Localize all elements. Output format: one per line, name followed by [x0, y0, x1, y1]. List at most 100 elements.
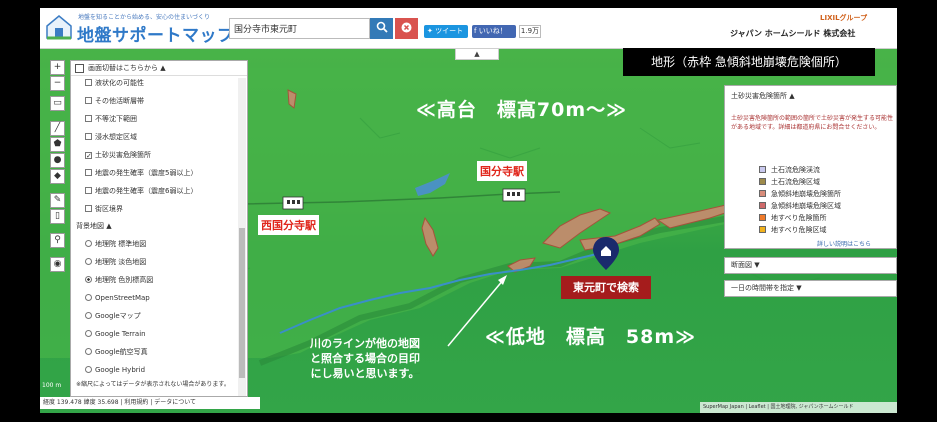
background-option[interactable]: 地理院 淡色地図 [85, 257, 146, 267]
background-label: 地理院 淡色地図 [95, 258, 147, 266]
legend-swatch [759, 214, 766, 221]
layer-checkbox[interactable] [85, 79, 92, 86]
layer-checkbox[interactable] [85, 187, 92, 194]
layer-checkbox-checked[interactable]: ✓ [85, 152, 92, 160]
legend-item: 急傾斜地崩壊危険箇所 [759, 190, 841, 199]
river-note: 川のラインが他の地図 と照合する場合の目印 にし易いと思います。 [310, 336, 420, 381]
layer-toggle-icon[interactable]: ▭ [50, 96, 65, 111]
twitter-bird-icon: ✦ [427, 27, 436, 35]
layer-panel: 画面切替はこちらから ▲ 液状化の可能性 その他活断層帯 不等沈下範囲 浸水想定… [70, 60, 248, 397]
background-map-header[interactable]: 背景地図 ▲ [76, 221, 112, 231]
layer-checkbox[interactable] [85, 115, 92, 122]
legend-label: 地すべり危険箇所 [771, 214, 827, 222]
background-radio[interactable] [85, 348, 92, 355]
layer-item[interactable]: 地震の発生確率（震度5弱以上） [85, 168, 197, 178]
fb-like-count: 1.9万 [519, 25, 541, 38]
delete-icon[interactable]: ▯ [50, 209, 65, 224]
legend-detail-link[interactable]: 詳しい説明はこちら [817, 239, 871, 248]
zoom-out-button[interactable]: − [50, 76, 65, 91]
background-option[interactable]: Google Hybrid [85, 365, 145, 375]
background-label: Google航空写真 [95, 348, 148, 356]
clear-search-button[interactable] [395, 18, 418, 39]
legend-label: 土石流危険渓流 [771, 166, 820, 174]
background-option[interactable]: 地理院 標準地図 [85, 239, 146, 249]
legend-item: 地すべり危険箇所 [759, 214, 827, 223]
background-option[interactable]: OpenStreetMap [85, 293, 150, 303]
scrollbar-thumb[interactable] [239, 228, 245, 378]
legend-description: 土砂災害危険箇所の範囲の箇所で土砂災害が発生する可能性がある地域です。詳細は都道… [731, 115, 894, 131]
background-option[interactable]: Googleマップ [85, 311, 141, 321]
background-radio[interactable] [85, 330, 92, 337]
search-button[interactable] [370, 18, 393, 39]
background-label: 地理院 標準地図 [95, 240, 147, 248]
layer-item[interactable]: 地震の発生確率（震度6弱以上） [85, 186, 197, 196]
layer-label: 街区境界 [95, 205, 123, 213]
legend-title[interactable]: 土砂災害危険箇所 ▲ [731, 91, 795, 101]
layer-item[interactable]: 街区境界 [85, 204, 123, 214]
brand-company-name[interactable]: ジャパン ホームシールド 株式会社 [730, 28, 855, 39]
site-title[interactable]: 地盤サポートマップ [77, 21, 235, 46]
background-radio[interactable] [85, 294, 92, 301]
legend-item: 急傾斜地崩壊危険区域 [759, 202, 841, 211]
layer-panel-header[interactable]: 画面切替はこちらから ▲ [71, 61, 247, 76]
logo-house-icon [46, 15, 72, 40]
panel-scrollbar[interactable] [238, 78, 246, 396]
background-radio[interactable] [85, 258, 92, 265]
search-icon [376, 21, 388, 33]
layer-item[interactable]: ✓ 土砂災害危険箇所 [85, 150, 151, 160]
background-option[interactable]: Google Terrain [85, 329, 146, 339]
layer-label: 浸水想定区域 [95, 133, 137, 141]
tweet-button[interactable]: ✦ ツイート [424, 25, 468, 38]
station-icon-kokubunji [502, 188, 526, 202]
station-icon-nishi-kokubunji [282, 196, 304, 210]
layer-checkbox[interactable] [85, 133, 92, 140]
layer-item[interactable]: 不等沈下範囲 [85, 114, 137, 124]
legend-swatch [759, 226, 766, 233]
place-marker-icon[interactable]: ◆ [50, 169, 65, 184]
logo-tagline: 地盤を知ることから始める、安心の住まいづくり [78, 14, 211, 21]
panel-icon [75, 64, 84, 73]
draw-circle-icon[interactable]: ● [50, 153, 65, 168]
legend-item: 土石流危険渓流 [759, 166, 820, 175]
background-label: 地理院 色別標高図 [95, 276, 154, 284]
background-label: Googleマップ [95, 312, 141, 320]
zoom-in-button[interactable]: + [50, 60, 65, 75]
legend-swatch [759, 166, 766, 173]
edit-icon[interactable]: ✎ [50, 193, 65, 208]
layer-label: 不等沈下範囲 [95, 115, 137, 123]
background-radio[interactable] [85, 366, 92, 373]
station-label-nishi-kokubunji: 西国分寺駅 [258, 215, 319, 235]
background-radio[interactable] [85, 312, 92, 319]
layer-checkbox[interactable] [85, 97, 92, 104]
layer-item[interactable]: 液状化の可能性 [85, 78, 144, 88]
locate-icon[interactable]: ◉ [50, 257, 65, 272]
legend-label: 急傾斜地崩壊危険区域 [771, 202, 841, 210]
coordinate-status-bar[interactable]: 経度 139.478 緯度 35.698 | 利用規約 | データについて [40, 397, 260, 409]
address-search-input[interactable] [229, 18, 370, 39]
highland-label: ≪高台 標高70m～≫ [416, 99, 628, 121]
header-collapse-toggle[interactable]: ▲ [455, 49, 499, 60]
river-note-line: 川のラインが他の地図 [310, 337, 420, 350]
legend-label: 土石流危険区域 [771, 178, 820, 186]
brand-group-label: LIXILグループ [820, 14, 868, 22]
background-option[interactable]: 地理院 色別標高図 [85, 275, 153, 285]
cross-section-toggle[interactable]: 断面図 ▼ [724, 257, 897, 274]
draw-polygon-icon[interactable]: ⬟ [50, 137, 65, 152]
background-option[interactable]: Google航空写真 [85, 347, 148, 357]
background-radio[interactable] [85, 240, 92, 247]
layer-checkbox[interactable] [85, 205, 92, 212]
search-result-label: 東元町で検索 [561, 276, 651, 299]
tweet-label: ツイート [435, 27, 464, 35]
station-label-kokubunji: 国分寺駅 [477, 161, 527, 181]
layer-item[interactable]: その他活断層帯 [85, 96, 144, 106]
facebook-like-button[interactable]: f いいね！ [472, 25, 516, 38]
background-radio-selected[interactable] [85, 276, 92, 283]
background-label: OpenStreetMap [95, 294, 150, 302]
search-map-icon[interactable]: ⚲ [50, 233, 65, 248]
time-range-toggle[interactable]: 一日の時間帯を指定 ▼ [724, 280, 897, 297]
layer-item[interactable]: 浸水想定区域 [85, 132, 137, 142]
river-note-line: にし易いと思います。 [310, 367, 420, 380]
map-attribution[interactable]: SuperMap Japan | Leaflet | 国土地理院, ジャパンホー… [700, 402, 897, 413]
layer-checkbox[interactable] [85, 169, 92, 176]
draw-line-icon[interactable]: ╱ [50, 121, 65, 136]
